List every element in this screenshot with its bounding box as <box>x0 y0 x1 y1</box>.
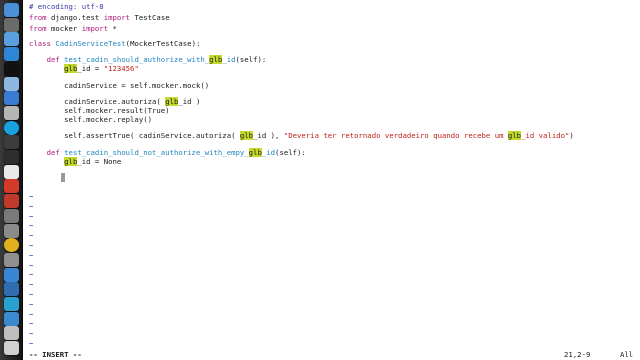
terminal-icon[interactable] <box>4 61 19 76</box>
tools-icon[interactable] <box>4 194 19 209</box>
call-end: _id ) <box>178 97 201 106</box>
photo-icon[interactable] <box>4 208 19 223</box>
video-icon[interactable] <box>4 135 19 150</box>
call-end: ) <box>569 131 574 140</box>
keychain-icon[interactable] <box>4 311 19 326</box>
import-name: * <box>108 24 117 33</box>
class-name: CadinServiceTest <box>55 39 126 48</box>
mode-indicator: -- INSERT -- <box>29 350 82 359</box>
function-params: (self): <box>235 55 267 64</box>
assignment: _id = None <box>77 157 122 166</box>
vim-editor[interactable]: # encoding: utf-8 from django.test impor… <box>29 0 640 349</box>
function-params: (self): <box>275 148 306 157</box>
code-line-1: # encoding: utf-8 <box>29 1 104 12</box>
ical-icon[interactable] <box>4 179 19 194</box>
code-line-5: class CadinServiceTest(MockerTestCase): <box>29 38 200 49</box>
function-name: _id <box>261 148 276 157</box>
preferences-icon[interactable] <box>4 223 19 238</box>
finder-icon[interactable] <box>4 3 19 17</box>
trash-icon[interactable] <box>4 341 19 356</box>
module-name: mocker <box>46 24 82 33</box>
import-name: TestCase <box>130 13 170 22</box>
call-args: _id ), <box>253 131 284 140</box>
code-line-3: from mocker import * <box>29 23 117 34</box>
music-icon[interactable] <box>4 105 19 120</box>
search-highlight: glb <box>64 157 78 166</box>
calendar-icon[interactable] <box>4 164 19 179</box>
status-bar: -- INSERT -- 21,2-9 All <box>29 349 640 360</box>
string-literal: _id valido" <box>521 131 570 140</box>
string-literal: "123456" <box>103 64 139 73</box>
text-editor-icon[interactable] <box>4 76 19 91</box>
code-line-14: self.mocker.replay() <box>29 115 153 124</box>
code-line-16: self.assertTrue( cadinService.autoriza( … <box>29 130 574 141</box>
search-highlight: glb <box>239 131 254 140</box>
gear-icon[interactable] <box>4 252 19 267</box>
photos-icon[interactable] <box>4 91 19 106</box>
skype-icon[interactable] <box>4 120 19 135</box>
scroll-indicator: All <box>620 350 634 359</box>
code-line-8: glb_id = "123456" <box>29 63 139 74</box>
function-name: _id <box>222 55 236 64</box>
keyword-from: from <box>29 24 47 33</box>
string-literal: "Deveria ter retornado verdadeiro quando… <box>283 131 508 140</box>
dock <box>0 0 23 360</box>
network-icon[interactable] <box>4 297 19 311</box>
assert-call: self.assertTrue( cadinService.autoriza( <box>29 131 240 140</box>
keyword-import: import <box>81 24 109 33</box>
comment: # encoding: utf-8 <box>29 2 104 11</box>
xcode-icon[interactable] <box>4 267 19 282</box>
keyword-import: import <box>103 13 131 22</box>
dashboard-icon[interactable] <box>4 17 19 32</box>
chrome-icon[interactable] <box>4 238 19 253</box>
text-cursor <box>61 173 65 182</box>
search-highlight: glb <box>209 55 223 64</box>
code-line-10: cadinService = self.mocker.mock() <box>29 81 210 90</box>
keyword-from: from <box>29 13 47 22</box>
cursor-position: 21,2-9 <box>564 350 591 359</box>
monitor-icon[interactable] <box>4 282 19 297</box>
tilde-marker: ~ <box>29 339 34 348</box>
compass-icon[interactable] <box>4 32 19 47</box>
module-name: django.test <box>46 13 104 22</box>
code-line-2: from django.test import TestCase <box>29 12 170 23</box>
facetime-icon[interactable] <box>4 150 19 164</box>
search-highlight: glb <box>248 148 262 157</box>
assignment: _id = <box>77 64 104 73</box>
folder-icon[interactable] <box>4 326 19 341</box>
code-line-19: glb_id = None <box>29 156 121 167</box>
search-highlight: glb <box>507 131 522 140</box>
app-store-icon[interactable] <box>4 47 19 62</box>
keyword-class: class <box>29 39 51 48</box>
class-base: (MockerTestCase): <box>125 39 201 48</box>
search-highlight: glb <box>64 64 78 73</box>
